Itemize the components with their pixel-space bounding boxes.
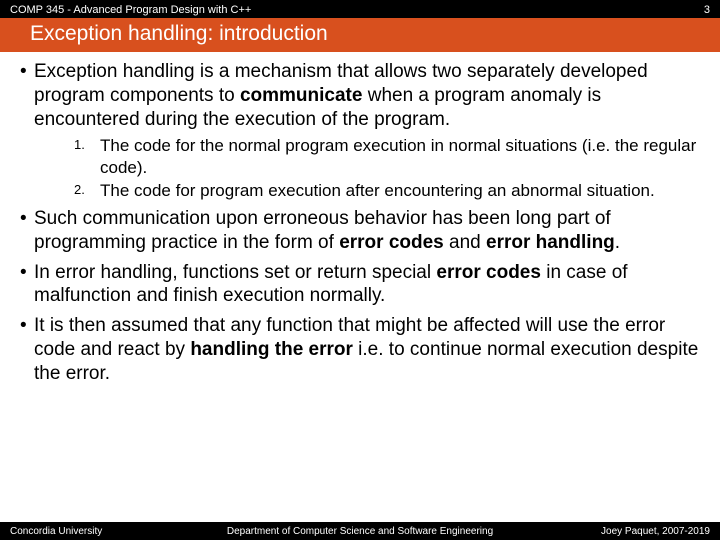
page-number: 3: [704, 4, 710, 16]
footer-left: Concordia University: [10, 526, 102, 537]
footer: Concordia University Department of Compu…: [0, 522, 720, 540]
text: In error handling, functions set or retu…: [34, 262, 436, 283]
text-strong: error codes: [436, 262, 541, 283]
sub-bullet-1: The code for the normal program executio…: [74, 135, 700, 178]
course-label: COMP 345 - Advanced Program Design with …: [10, 4, 251, 16]
footer-right: Joey Paquet, 2007-2019: [601, 526, 710, 537]
slide: COMP 345 - Advanced Program Design with …: [0, 0, 720, 540]
text-strong: error handling: [486, 232, 615, 253]
top-bar: COMP 345 - Advanced Program Design with …: [0, 0, 720, 18]
slide-title: Exception handling: introduction: [0, 18, 720, 52]
text-strong: communicate: [240, 85, 362, 106]
bullet-4: It is then assumed that any function tha…: [20, 314, 700, 385]
footer-center: Department of Computer Science and Softw…: [227, 526, 493, 537]
sub-bullet-2: The code for program execution after enc…: [74, 180, 700, 201]
bullet-1: Exception handling is a mechanism that a…: [20, 60, 700, 201]
text: and: [444, 232, 486, 253]
bullet-2: Such communication upon erroneous behavi…: [20, 207, 700, 255]
text-strong: handling the error: [190, 339, 353, 360]
bullet-3: In error handling, functions set or retu…: [20, 261, 700, 309]
slide-body: Exception handling is a mechanism that a…: [0, 52, 720, 540]
text: .: [615, 232, 620, 253]
text-strong: error codes: [339, 232, 444, 253]
